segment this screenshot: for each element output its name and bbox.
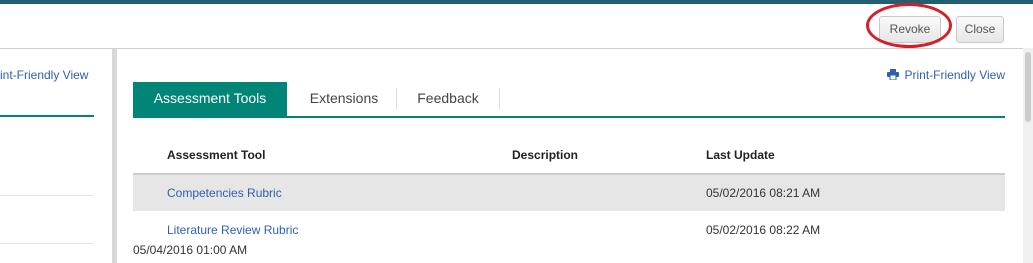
- left-row-divider: [0, 243, 94, 244]
- tab-separator: [499, 88, 500, 110]
- left-print-friendly-link[interactable]: rint-Friendly View: [0, 68, 88, 82]
- table-row[interactable]: Competencies Rubric 05/02/2016 08:21 AM: [133, 175, 1005, 211]
- last-update-cell: 05/02/2016 08:22 AM: [706, 223, 821, 237]
- column-header-description[interactable]: Description: [512, 148, 578, 162]
- close-button[interactable]: Close: [956, 16, 1004, 43]
- footer-date: 05/04/2016 01:00 AM: [133, 243, 248, 257]
- tab-bar: Assessment Tools Extensions Feedback: [133, 82, 1005, 118]
- main-panel: Print-Friendly View Assessment Tools Ext…: [117, 49, 1023, 263]
- tab-extensions[interactable]: Extensions: [291, 82, 397, 116]
- printer-icon: [886, 69, 899, 83]
- revoke-button[interactable]: Revoke: [879, 16, 941, 43]
- column-header-last-update[interactable]: Last Update: [706, 148, 775, 162]
- assessment-tool-link[interactable]: Literature Review Rubric: [167, 223, 298, 237]
- assessment-tool-link[interactable]: Competencies Rubric: [167, 186, 282, 200]
- tab-assessment-tools[interactable]: Assessment Tools: [133, 82, 287, 116]
- table-header: Assessment Tool Description Last Update: [133, 139, 1005, 175]
- table-row[interactable]: Literature Review Rubric 05/02/2016 08:2…: [133, 212, 1005, 248]
- header-bar: Revoke Close: [0, 4, 1033, 49]
- left-tab-underline: [0, 115, 94, 117]
- last-update-cell: 05/02/2016 08:21 AM: [706, 186, 821, 200]
- left-row-divider: [0, 195, 94, 196]
- scrollbar-thumb[interactable]: [1025, 52, 1031, 122]
- print-friendly-link[interactable]: Print-Friendly View: [886, 68, 1005, 83]
- column-header-assessment-tool[interactable]: Assessment Tool: [167, 148, 265, 162]
- print-friendly-label: Print-Friendly View: [904, 68, 1005, 82]
- left-panel: rint-Friendly View: [0, 49, 117, 263]
- tab-feedback[interactable]: Feedback: [397, 82, 499, 116]
